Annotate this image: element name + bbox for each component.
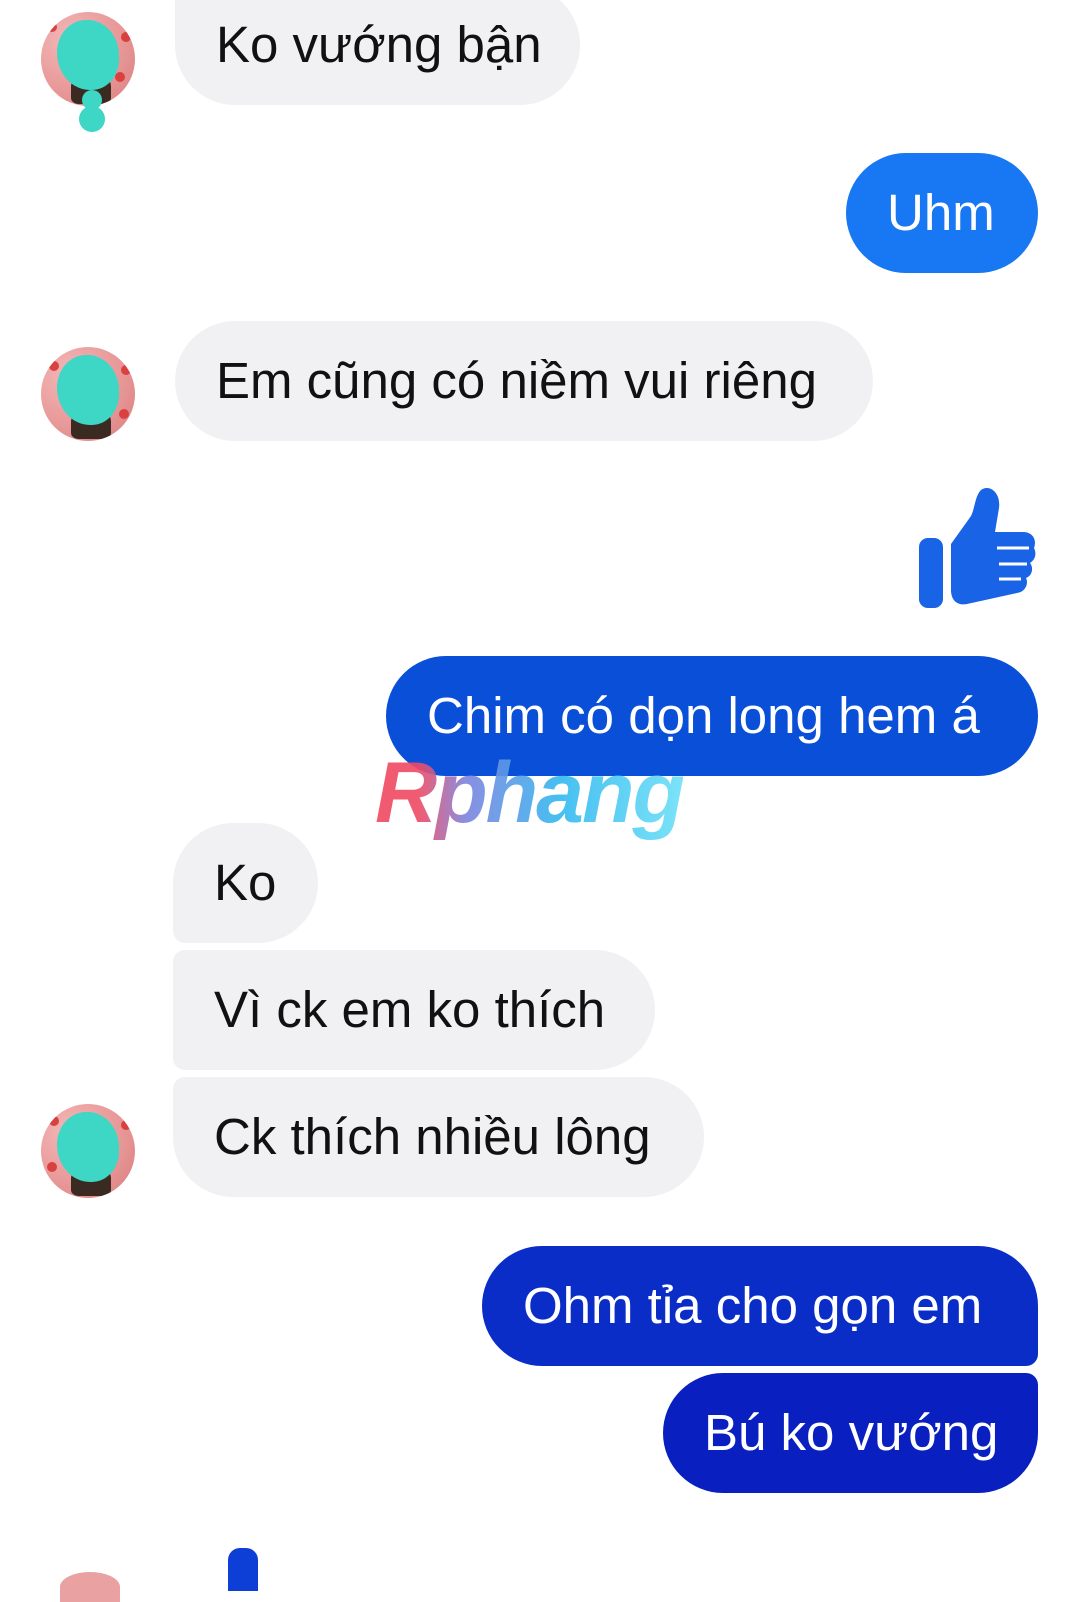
sent-message-bubble[interactable]: Bú ko vướng bbox=[663, 1373, 1038, 1493]
received-message-bubble[interactable]: Ck thích nhiều lông bbox=[173, 1077, 704, 1197]
sent-message-bubble[interactable]: Ohm tỉa cho gọn em bbox=[482, 1246, 1038, 1366]
contact-avatar[interactable] bbox=[60, 1572, 120, 1602]
thumbs-up-icon[interactable] bbox=[917, 486, 1037, 610]
contact-avatar[interactable] bbox=[41, 1104, 135, 1198]
avatar-blur-mark bbox=[82, 90, 102, 110]
received-message-bubble[interactable]: Vì ck em ko thích bbox=[173, 950, 655, 1070]
received-message-bubble[interactable]: Ko bbox=[173, 823, 318, 943]
thumbs-up-icon[interactable] bbox=[228, 1548, 258, 1591]
contact-avatar[interactable] bbox=[41, 347, 135, 441]
received-message-bubble[interactable]: Em cũng có niềm vui riêng bbox=[175, 321, 873, 441]
received-message-bubble[interactable]: Ko vướng bận bbox=[175, 0, 580, 105]
watermark-logo: Rphang bbox=[375, 745, 685, 841]
sent-message-bubble[interactable]: Uhm bbox=[846, 153, 1038, 273]
